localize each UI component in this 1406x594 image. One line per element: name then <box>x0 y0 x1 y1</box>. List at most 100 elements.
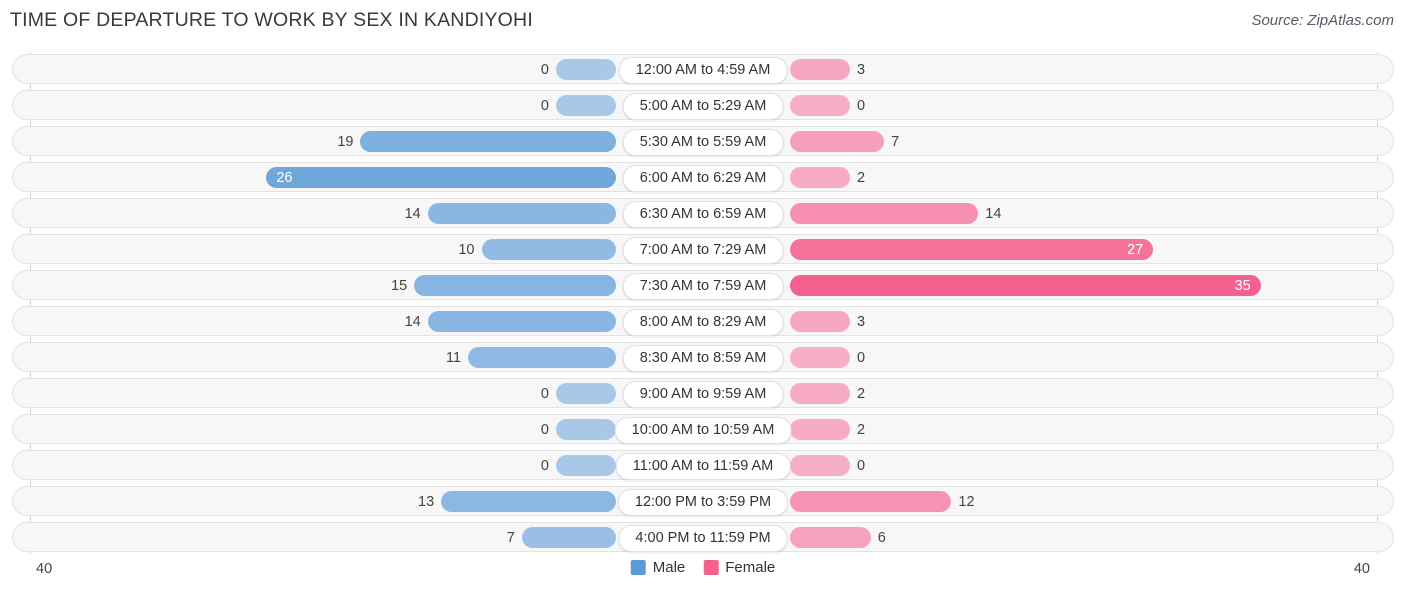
table-row[interactable]: 7 6 4:00 PM to 11:59 PM <box>12 522 1394 552</box>
male-bar[interactable]: 11 <box>446 347 616 368</box>
female-bar[interactable]: 6 <box>790 527 886 548</box>
male-value-label: 0 <box>540 61 549 78</box>
female-bar[interactable]: 3 <box>790 311 865 332</box>
category-label-pill[interactable]: 6:30 AM to 6:59 AM <box>622 201 784 228</box>
category-label-pill[interactable]: 8:30 AM to 8:59 AM <box>622 345 784 372</box>
category-label-pill[interactable]: 4:00 PM to 11:59 PM <box>618 525 788 552</box>
row-inner: 11 0 8:30 AM to 8:59 AM <box>13 343 1393 372</box>
male-bar[interactable]: 14 <box>405 311 616 332</box>
table-row[interactable]: 0 0 5:00 AM to 5:29 AM <box>12 90 1394 120</box>
female-value-label: 2 <box>857 385 866 402</box>
table-row[interactable]: 14 3 8:00 AM to 8:29 AM <box>12 306 1394 336</box>
category-label-pill[interactable]: 12:00 PM to 3:59 PM <box>617 489 789 516</box>
table-row[interactable]: 0 2 10:00 AM to 10:59 AM <box>12 414 1394 444</box>
female-value-label: 7 <box>891 133 900 150</box>
row-inner: 15 35 7:30 AM to 7:59 AM <box>13 271 1393 300</box>
row-inner: 13 12 12:00 PM to 3:59 PM <box>13 487 1393 516</box>
legend-item-female[interactable]: Female <box>703 559 775 576</box>
male-bar[interactable]: 0 <box>541 455 616 476</box>
male-bar[interactable]: 0 <box>541 59 616 80</box>
female-value-label: 12 <box>958 493 975 510</box>
female-value-label: 0 <box>857 97 866 114</box>
female-bar[interactable]: 35 <box>790 275 1261 296</box>
male-value-label: 26 <box>276 169 293 186</box>
male-bar[interactable]: 10 <box>458 239 616 260</box>
page-title: TIME OF DEPARTURE TO WORK BY SEX IN KAND… <box>10 9 533 31</box>
male-value-label: 11 <box>446 349 462 366</box>
table-row[interactable]: 0 0 11:00 AM to 11:59 AM <box>12 450 1394 480</box>
category-label-pill[interactable]: 12:00 AM to 4:59 AM <box>618 57 788 84</box>
row-inner: 7 6 4:00 PM to 11:59 PM <box>13 523 1393 552</box>
row-inner: 0 3 12:00 AM to 4:59 AM <box>13 55 1393 84</box>
male-value-label: 7 <box>506 529 515 546</box>
female-bar[interactable]: 14 <box>790 203 1001 224</box>
table-row[interactable]: 15 35 7:30 AM to 7:59 AM <box>12 270 1394 300</box>
row-inner: 0 2 9:00 AM to 9:59 AM <box>13 379 1393 408</box>
category-label-pill[interactable]: 9:00 AM to 9:59 AM <box>622 381 784 408</box>
male-value-label: 0 <box>540 421 549 438</box>
category-label-pill[interactable]: 10:00 AM to 10:59 AM <box>614 417 792 444</box>
row-inner: 0 0 5:00 AM to 5:29 AM <box>13 91 1393 120</box>
category-label-pill[interactable]: 5:00 AM to 5:29 AM <box>622 93 784 120</box>
row-inner: 14 3 8:00 AM to 8:29 AM <box>13 307 1393 336</box>
female-bar[interactable]: 3 <box>790 59 865 80</box>
table-row[interactable]: 14 14 6:30 AM to 6:59 AM <box>12 198 1394 228</box>
legend-swatch-female-icon <box>703 560 719 575</box>
table-row[interactable]: 0 2 9:00 AM to 9:59 AM <box>12 378 1394 408</box>
male-bar[interactable]: 14 <box>405 203 616 224</box>
female-bar[interactable]: 0 <box>790 95 865 116</box>
male-value-label: 19 <box>337 133 354 150</box>
female-value-label: 2 <box>857 169 866 186</box>
female-value-label: 27 <box>1127 241 1144 258</box>
row-inner: 14 14 6:30 AM to 6:59 AM <box>13 199 1393 228</box>
legend-swatch-male-icon <box>630 560 646 575</box>
male-bar[interactable]: 19 <box>337 131 616 152</box>
male-bar[interactable]: 13 <box>418 491 616 512</box>
row-inner: 0 2 10:00 AM to 10:59 AM <box>13 415 1393 444</box>
male-bar[interactable]: 0 <box>541 383 616 404</box>
female-bar[interactable]: 0 <box>790 347 865 368</box>
male-bar[interactable]: 7 <box>507 527 616 548</box>
row-inner: 0 0 11:00 AM to 11:59 AM <box>13 451 1393 480</box>
table-row[interactable]: 26 2 6:00 AM to 6:29 AM <box>12 162 1394 192</box>
male-value-label: 14 <box>404 313 421 330</box>
male-value-label: 0 <box>540 97 549 114</box>
source-attribution: Source: ZipAtlas.com <box>1251 12 1394 29</box>
female-value-label: 35 <box>1234 277 1251 294</box>
female-bar[interactable]: 12 <box>790 491 975 512</box>
row-inner: 26 2 6:00 AM to 6:29 AM <box>13 163 1393 192</box>
female-bar[interactable]: 2 <box>790 419 865 440</box>
category-label-pill[interactable]: 7:00 AM to 7:29 AM <box>622 237 784 264</box>
table-row[interactable]: 19 7 5:30 AM to 5:59 AM <box>12 126 1394 156</box>
table-row[interactable]: 0 3 12:00 AM to 4:59 AM <box>12 54 1394 84</box>
female-value-label: 3 <box>857 313 866 330</box>
category-label-pill[interactable]: 11:00 AM to 11:59 AM <box>615 453 791 480</box>
table-row[interactable]: 10 27 7:00 AM to 7:29 AM <box>12 234 1394 264</box>
chart-root: TIME OF DEPARTURE TO WORK BY SEX IN KAND… <box>0 0 1406 594</box>
category-label-pill[interactable]: 5:30 AM to 5:59 AM <box>622 129 784 156</box>
category-label-pill[interactable]: 6:00 AM to 6:29 AM <box>622 165 784 192</box>
male-value-label: 15 <box>391 277 408 294</box>
female-bar[interactable]: 27 <box>790 239 1154 260</box>
legend-item-male[interactable]: Male <box>630 559 685 576</box>
female-value-label: 2 <box>857 421 866 438</box>
category-label-pill[interactable]: 7:30 AM to 7:59 AM <box>622 273 784 300</box>
male-bar[interactable]: 0 <box>541 419 616 440</box>
axis-label-right: 40 <box>1353 561 1370 577</box>
female-bar[interactable]: 2 <box>790 383 865 404</box>
male-bar[interactable]: 26 <box>266 167 616 188</box>
table-row[interactable]: 11 0 8:30 AM to 8:59 AM <box>12 342 1394 372</box>
female-bar[interactable]: 0 <box>790 455 865 476</box>
female-value-label: 3 <box>857 61 866 78</box>
female-bar[interactable]: 7 <box>790 131 899 152</box>
male-bar[interactable]: 15 <box>391 275 616 296</box>
female-bar[interactable]: 2 <box>790 167 865 188</box>
male-value-label: 14 <box>404 205 421 222</box>
category-label-pill[interactable]: 8:00 AM to 8:29 AM <box>622 309 784 336</box>
male-bar[interactable]: 0 <box>541 95 616 116</box>
female-value-label: 14 <box>985 205 1002 222</box>
table-row[interactable]: 13 12 12:00 PM to 3:59 PM <box>12 486 1394 516</box>
female-value-label: 6 <box>877 529 886 546</box>
male-value-label: 10 <box>458 241 475 258</box>
plot-area: 0 3 12:00 AM to 4:59 AM 0 0 5:00 AM to 5:29 A… <box>0 52 1406 557</box>
